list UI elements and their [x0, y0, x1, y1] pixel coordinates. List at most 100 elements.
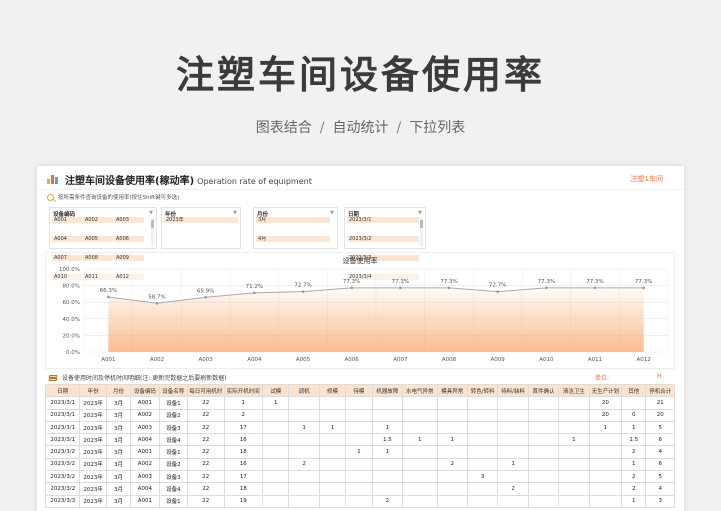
table-cell[interactable]: [345, 482, 373, 496]
table-cell[interactable]: [402, 445, 438, 459]
table-cell[interactable]: 1: [621, 494, 647, 508]
table-cell[interactable]: 2023年: [79, 408, 107, 422]
table-cell[interactable]: [527, 433, 560, 447]
column-header[interactable]: 模具异常: [436, 383, 468, 398]
table-cell[interactable]: [318, 457, 347, 472]
column-header[interactable]: 试模: [262, 383, 290, 398]
table-cell[interactable]: [527, 445, 560, 459]
table-cell[interactable]: [402, 470, 438, 484]
table-cell[interactable]: 18: [223, 482, 264, 496]
column-header[interactable]: 待模: [345, 383, 373, 398]
table-cell[interactable]: 3月: [105, 396, 132, 410]
table-cell[interactable]: [497, 470, 529, 484]
table-cell[interactable]: [371, 408, 404, 422]
filter-clear-icon[interactable]: ▼: [233, 210, 237, 216]
table-cell[interactable]: [345, 433, 373, 447]
table-cell[interactable]: [466, 494, 499, 508]
table-cell[interactable]: 2: [223, 408, 264, 422]
table-cell[interactable]: 16: [223, 457, 264, 472]
table-cell[interactable]: [402, 457, 438, 472]
table-cell[interactable]: 2: [497, 482, 529, 496]
column-header[interactable]: 待料/缺料: [497, 383, 529, 398]
table-cell[interactable]: [371, 470, 404, 484]
table-cell[interactable]: 19: [223, 494, 264, 508]
table-cell[interactable]: 2023年: [79, 433, 107, 447]
table-cell[interactable]: [288, 482, 320, 496]
table-cell[interactable]: [527, 457, 560, 472]
table-cell[interactable]: 22: [187, 470, 225, 484]
table-cell[interactable]: [497, 445, 529, 459]
table-cell[interactable]: [371, 457, 404, 472]
table-cell[interactable]: 2: [621, 482, 647, 496]
table-cell[interactable]: [262, 457, 290, 472]
table-cell[interactable]: [262, 494, 290, 508]
table-cell[interactable]: [558, 445, 590, 459]
table-cell[interactable]: [402, 408, 438, 422]
table-cell[interactable]: 2023年: [79, 457, 107, 472]
table-cell[interactable]: [497, 396, 529, 410]
table-cell[interactable]: 2023/3/1: [44, 433, 81, 447]
table-cell[interactable]: 1: [288, 420, 320, 435]
table-cell[interactable]: 2023年: [79, 482, 107, 496]
table-cell[interactable]: [318, 433, 347, 447]
slicer-scrollbar[interactable]: [420, 218, 423, 246]
column-header[interactable]: 每日可用机时: [187, 383, 225, 398]
table-cell[interactable]: [402, 396, 438, 410]
table-cell[interactable]: 2: [436, 457, 468, 472]
table-cell[interactable]: [436, 470, 468, 484]
slicer-item[interactable]: A005: [83, 236, 113, 242]
column-header[interactable]: 月份: [105, 383, 132, 398]
column-header[interactable]: 设备名称: [158, 383, 189, 398]
table-cell[interactable]: 21: [645, 396, 675, 410]
table-cell[interactable]: 1: [371, 445, 404, 459]
table-cell[interactable]: [262, 482, 290, 496]
table-cell[interactable]: 22: [187, 420, 225, 435]
table-cell[interactable]: 2023年: [79, 445, 107, 459]
column-header[interactable]: 年份: [79, 383, 107, 398]
table-cell[interactable]: 22: [187, 396, 225, 410]
table-cell[interactable]: 2: [288, 457, 320, 472]
table-cell[interactable]: 2023/3/1: [44, 420, 81, 435]
table-cell[interactable]: [402, 494, 438, 508]
table-cell[interactable]: 设备2: [158, 408, 189, 422]
column-header[interactable]: 无生产计划: [588, 383, 623, 398]
table-cell[interactable]: 20: [588, 396, 623, 410]
table-cell[interactable]: [588, 433, 623, 447]
table-cell[interactable]: [345, 396, 373, 410]
table-cell[interactable]: 5: [645, 420, 675, 435]
table-cell[interactable]: A003: [130, 470, 160, 484]
table-cell[interactable]: [402, 482, 438, 496]
table-cell[interactable]: 设备1: [158, 396, 189, 410]
table-cell[interactable]: 2: [621, 470, 647, 484]
table-cell[interactable]: [288, 494, 320, 508]
table-cell[interactable]: [588, 482, 623, 496]
table-cell[interactable]: 22: [187, 457, 225, 472]
table-cell[interactable]: 6: [645, 433, 675, 447]
column-header[interactable]: 首件确认: [527, 383, 560, 398]
table-cell[interactable]: 2023/3/1: [44, 408, 81, 422]
table-cell[interactable]: [318, 396, 347, 410]
table-cell[interactable]: [262, 420, 290, 435]
column-header[interactable]: 清洁卫生: [558, 383, 590, 398]
table-cell[interactable]: 1: [497, 457, 529, 472]
table-cell[interactable]: [318, 470, 347, 484]
table-cell[interactable]: 1: [621, 457, 647, 472]
table-cell[interactable]: [345, 408, 373, 422]
table-cell[interactable]: [466, 457, 499, 472]
table-cell[interactable]: [288, 470, 320, 484]
table-cell[interactable]: 3月: [105, 470, 132, 484]
table-cell[interactable]: 22: [187, 482, 225, 496]
table-cell[interactable]: [558, 420, 590, 435]
table-cell[interactable]: 22: [187, 494, 225, 508]
table-cell[interactable]: 设备4: [158, 433, 189, 447]
table-cell[interactable]: 22: [187, 408, 225, 422]
slicer-date[interactable]: 日期 ▼ 2023/3/12023/3/22023/3/32023/3/4: [344, 207, 426, 280]
table-cell[interactable]: [558, 470, 590, 484]
slicer-item[interactable]: A003: [114, 217, 144, 223]
table-cell[interactable]: 20: [588, 408, 623, 422]
table-cell[interactable]: 1.5: [371, 433, 404, 447]
filter-clear-icon[interactable]: ▼: [418, 210, 422, 216]
table-cell[interactable]: 3月: [105, 482, 132, 496]
table-cell[interactable]: 5: [645, 470, 675, 484]
filter-clear-icon[interactable]: ▼: [330, 210, 334, 216]
